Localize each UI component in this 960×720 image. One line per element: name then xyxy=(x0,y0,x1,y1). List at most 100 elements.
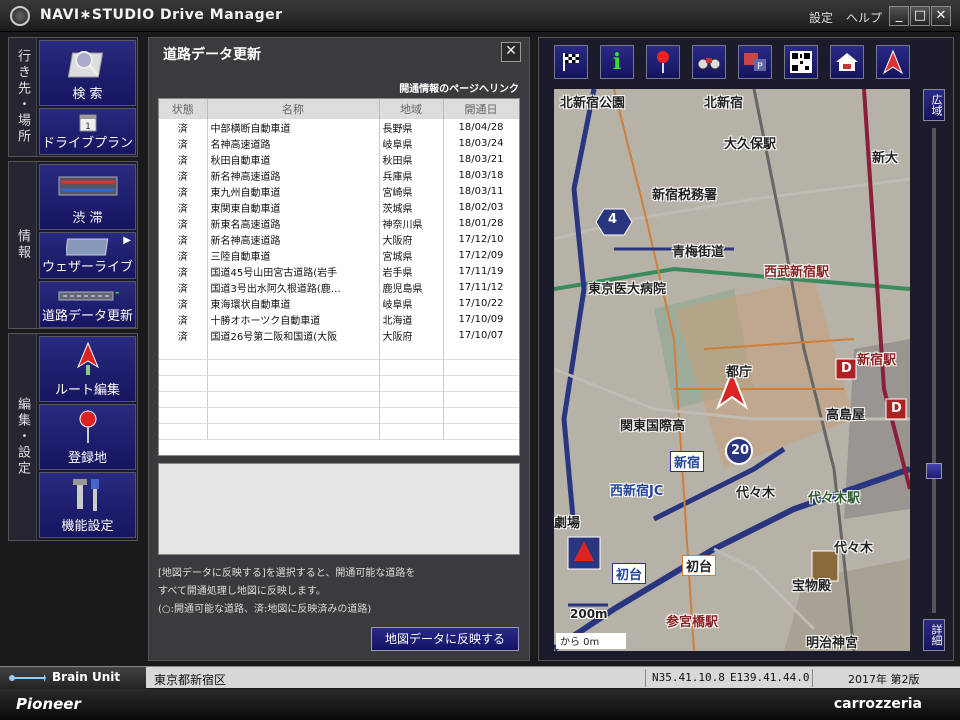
status-cell: 済 xyxy=(159,295,208,311)
table-row[interactable]: 済名神高速道路 岐阜県 18/03/24 xyxy=(159,135,519,151)
traffic-button[interactable]: 渋 滞 xyxy=(39,164,136,230)
help-menu[interactable]: ヘルプ xyxy=(846,9,882,26)
name-cell: 秋田自動車道 xyxy=(207,151,380,167)
table-row[interactable]: 済中部横断自動車道 長野県 18/04/28 xyxy=(159,119,519,135)
function-settings-button[interactable]: 機能設定 xyxy=(39,472,136,538)
maximize-button[interactable]: □ xyxy=(910,6,930,26)
name-cell: 新東名高速道路 xyxy=(207,215,380,231)
route-edit-button[interactable]: ルート編集 xyxy=(39,336,136,402)
app-logo-icon xyxy=(10,6,30,26)
empty-cell xyxy=(379,407,444,424)
empty-cell xyxy=(379,359,444,376)
search-button[interactable]: 検 索 xyxy=(39,40,136,106)
binoculars-button[interactable] xyxy=(692,45,726,79)
table-row[interactable]: 済東九州自動車道 宮崎県 18/03/11 xyxy=(159,183,519,199)
map-view[interactable]: 北新宿公園 北新宿 大久保駅 新大 新宿税務署 青梅街道 西武新宿駅 東京医大病… xyxy=(554,89,910,651)
name-cell: 国道45号山田宮古道路(岩手 xyxy=(207,263,380,279)
table-row[interactable]: 済東海環状自動車道 岐阜県 17/10/22 xyxy=(159,295,519,311)
opening-info-link[interactable]: 開通情報のページへリンク xyxy=(399,80,519,95)
drive-plan-label: ドライブプラン xyxy=(41,136,133,151)
status-cell: 済 xyxy=(159,279,208,295)
svg-text:+: + xyxy=(114,286,119,301)
zoom-slider-thumb[interactable] xyxy=(926,463,942,479)
table-row[interactable]: 済新東名高速道路 神奈川県 18/01/28 xyxy=(159,215,519,231)
table-row[interactable]: 済国道3号出水阿久根道路(鹿… 鹿児島県 17/11/12 xyxy=(159,279,519,295)
empty-cell xyxy=(379,375,444,392)
submenu-arrow-icon: ▶ xyxy=(123,235,131,246)
empty-cell xyxy=(443,391,519,408)
table-row[interactable]: 済新名神高速道路 大阪府 17/12/10 xyxy=(159,231,519,247)
app-title: NAVI∗STUDIO Drive Manager xyxy=(40,7,283,23)
map-label: 参宮橋駅 xyxy=(666,615,719,630)
registered-places-button[interactable]: 登録地 xyxy=(39,404,136,470)
status-cell: 済 xyxy=(159,231,208,247)
region-cell: 茨城県 xyxy=(379,199,444,215)
table-header-row: 状態 名称 地域 開通日 xyxy=(159,99,519,119)
table-row[interactable]: 済東関東自動車道 茨城県 18/02/03 xyxy=(159,199,519,215)
empty-cell xyxy=(443,423,519,440)
region-cell: 秋田県 xyxy=(379,151,444,167)
column-header-region[interactable]: 地域 xyxy=(379,99,444,119)
column-header-name[interactable]: 名称 xyxy=(207,99,380,119)
route-4-label: 4 xyxy=(608,212,618,227)
table-row[interactable]: 済十勝オホーツク自動車道 北海道 17/10/09 xyxy=(159,311,519,327)
map-panel: i P 北新宿公園 北新宿 大久保駅 新大 新宿税務署 青梅街道 西武新宿駅 東… xyxy=(538,37,954,661)
empty-row xyxy=(159,343,519,360)
table-row[interactable]: 済秋田自動車道 秋田県 18/03/21 xyxy=(159,151,519,167)
drive-plan-button[interactable]: 1 ドライブプラン xyxy=(39,108,136,155)
pioneer-logo: Pioneer xyxy=(16,695,81,713)
column-header-date[interactable]: 開通日 xyxy=(443,99,519,119)
close-window-button[interactable]: ✕ xyxy=(931,6,951,26)
empty-cell xyxy=(159,407,208,424)
brain-unit-label: Brain Unit xyxy=(52,670,121,684)
table-row[interactable]: 済国道45号山田宮古道路(岩手 岩手県 17/11/19 xyxy=(159,263,519,279)
panel-close-button[interactable]: ✕ xyxy=(501,42,521,62)
info-button[interactable]: i xyxy=(600,45,634,79)
apply-to-map-button[interactable]: 地図データに反映する xyxy=(371,627,519,651)
weather-icon xyxy=(65,238,108,256)
empty-cell xyxy=(159,359,208,376)
svg-text:P: P xyxy=(757,62,763,72)
flag-button[interactable] xyxy=(554,45,588,79)
name-cell: 東海環状自動車道 xyxy=(207,295,380,311)
date-cell: 17/10/09 xyxy=(443,311,519,327)
traffic-icon xyxy=(58,176,117,196)
map-pin-button[interactable] xyxy=(646,45,680,79)
minimize-button[interactable]: _ xyxy=(889,6,909,26)
nav-group-label: 編集・設定 xyxy=(9,334,37,540)
empty-cell xyxy=(207,343,380,360)
date-cell: 18/02/03 xyxy=(443,199,519,215)
road-update-button[interactable]: + 道路データ更新 xyxy=(39,281,136,328)
panel-title: 道路データ更新 xyxy=(163,47,261,63)
zoom-slider-track[interactable] xyxy=(932,128,936,613)
zoom-in-button[interactable]: 詳細 xyxy=(923,619,945,651)
home-button[interactable] xyxy=(830,45,864,79)
empty-row xyxy=(159,359,519,376)
current-position-button[interactable] xyxy=(876,45,910,79)
vehicle-arrow-icon xyxy=(883,49,903,75)
road-table-container: 状態 名称 地域 開通日 済中部横断自動車道 長野県 18/04/28 済名神高速道路… xyxy=(158,98,520,456)
settings-menu[interactable]: 設定 xyxy=(809,9,833,26)
zoom-out-button[interactable]: 広域 xyxy=(923,89,945,121)
road-update-label: 道路データ更新 xyxy=(41,309,133,324)
date-cell: 18/03/18 xyxy=(443,167,519,183)
table-row[interactable]: 済新名神高速道路 兵庫県 18/03/18 xyxy=(159,167,519,183)
qr-button[interactable] xyxy=(784,45,818,79)
parking-button[interactable]: P xyxy=(738,45,772,79)
table-row[interactable]: 済三陸自動車道 宮城県 17/12/09 xyxy=(159,247,519,263)
date-cell: 17/10/22 xyxy=(443,295,519,311)
empty-cell xyxy=(207,375,380,392)
divider xyxy=(645,669,646,687)
table-row[interactable]: 済国道26号第二阪和国道(大阪 大阪府 17/10/07 xyxy=(159,327,519,343)
traffic-label: 渋 滞 xyxy=(72,211,103,226)
date-cell: 18/04/28 xyxy=(443,119,519,135)
status-cell: 済 xyxy=(159,199,208,215)
carrozzeria-logo: carrozzeria xyxy=(833,696,922,712)
note-line-2: すべて開通処理し地図に反映します。 xyxy=(158,586,326,597)
weather-live-button[interactable]: ▶ ウェザーライブ xyxy=(39,232,136,279)
name-cell: 国道26号第二阪和国道(大阪 xyxy=(207,327,380,343)
nav-group-edit: 編集・設定 ルート編集 登録地 機能設定 xyxy=(8,333,138,541)
column-header-status[interactable]: 状態 xyxy=(159,99,208,119)
latitude-readout: N35.41.10.8 xyxy=(652,671,725,684)
parking-icon: P xyxy=(744,53,766,72)
